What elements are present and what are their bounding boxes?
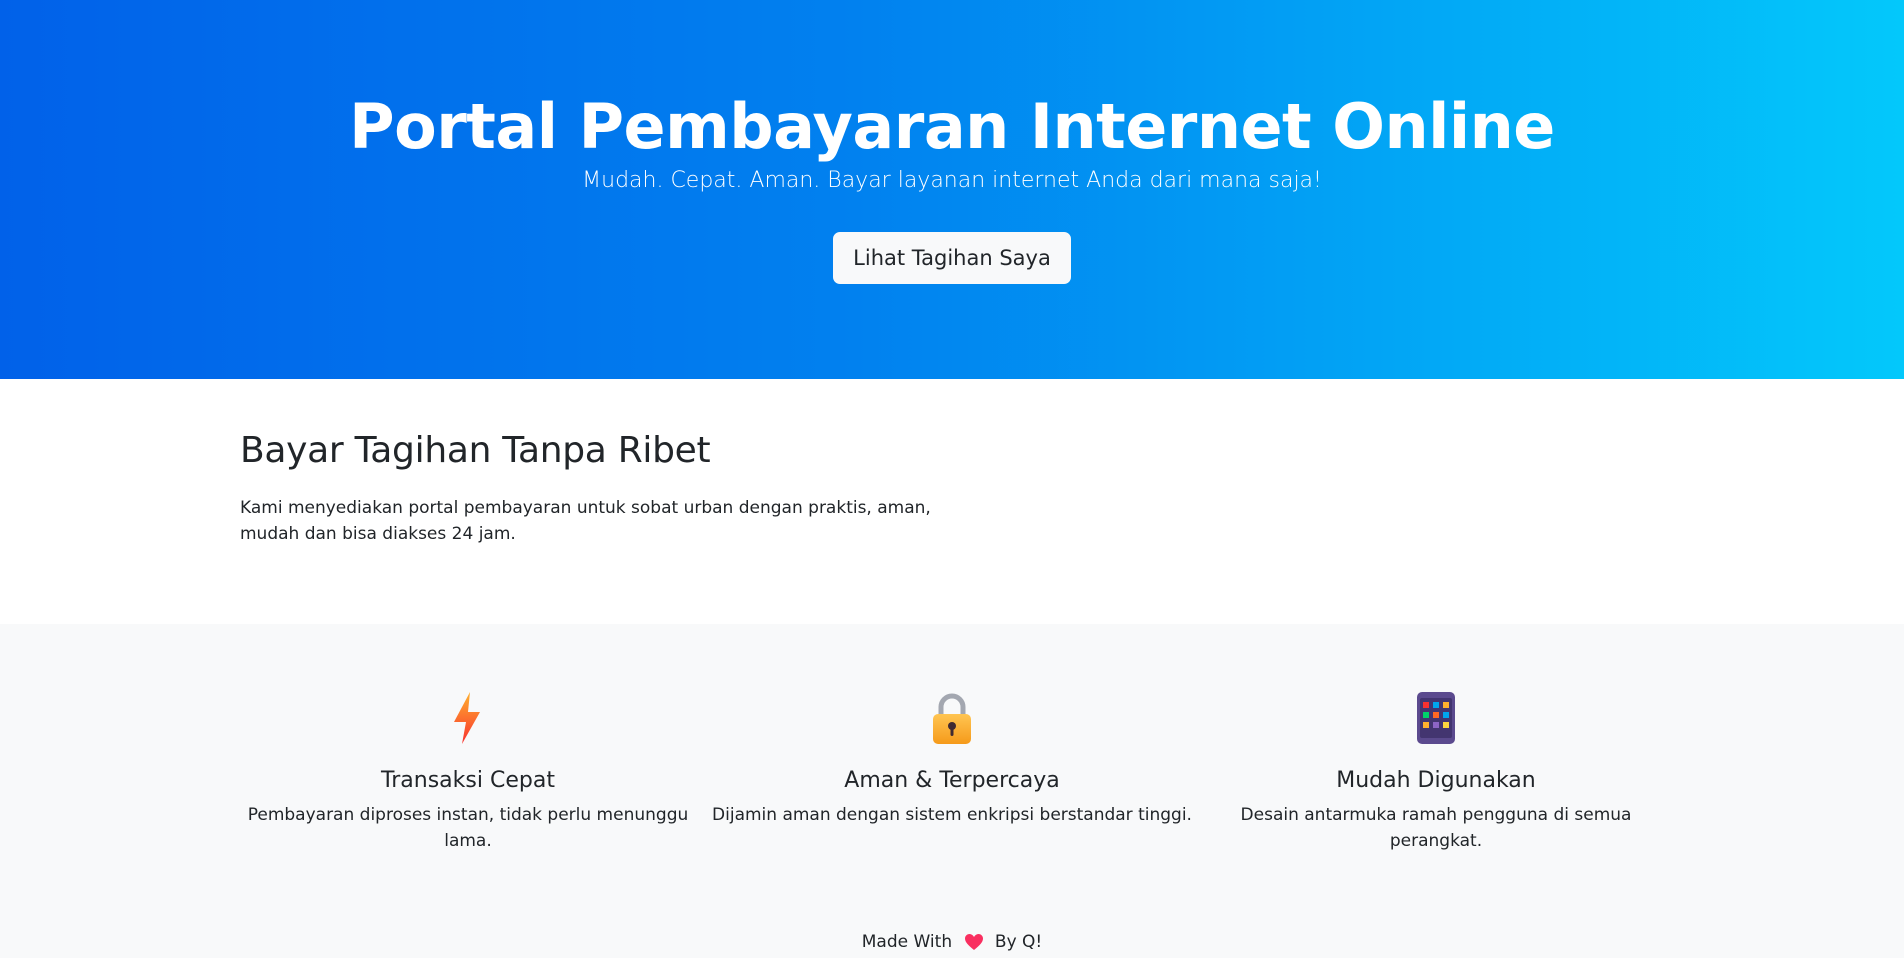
intro-section: Bayar Tagihan Tanpa Ribet Kami menyediak…	[0, 379, 1904, 624]
feature-description: Dijamin aman dengan sistem enkripsi bers…	[712, 805, 1192, 825]
footer-made-with: Made With	[861, 932, 953, 952]
hero-title: Portal Pembayaran Internet Online	[349, 90, 1555, 163]
heart-icon	[964, 934, 983, 950]
feature-secure: Aman & Terpercaya Dijamin aman dengan si…	[712, 624, 1192, 828]
phone-icon	[1417, 692, 1455, 744]
intro-heading: Bayar Tagihan Tanpa Ribet	[240, 430, 711, 471]
view-bills-button[interactable]: Lihat Tagihan Saya	[833, 232, 1071, 284]
lightning-icon	[454, 692, 480, 744]
hero-subtitle: Mudah. Cepat. Aman. Bayar layanan intern…	[582, 168, 1322, 193]
feature-description: Desain antarmuka ramah pengguna di semua…	[1240, 805, 1632, 851]
feature-fast-transaction: Transaksi Cepat Pembayaran diproses inst…	[228, 624, 708, 854]
hero-banner: Portal Pembayaran Internet Online Mudah.…	[0, 0, 1904, 379]
intro-body: Kami menyediakan portal pembayaran untuk…	[240, 498, 931, 544]
feature-title: Aman & Terpercaya	[844, 768, 1060, 793]
features-section: Transaksi Cepat Pembayaran diproses inst…	[0, 624, 1904, 958]
feature-description: Pembayaran diproses instan, tidak perlu …	[247, 805, 689, 851]
feature-title: Transaksi Cepat	[381, 768, 555, 793]
feature-title: Mudah Digunakan	[1336, 768, 1536, 793]
feature-easy-to-use: Mudah Digunakan Desain antarmuka ramah p…	[1196, 624, 1676, 854]
footer-author: By Q!	[994, 932, 1043, 952]
footer: Made With By Q!	[0, 930, 1904, 954]
lock-icon	[933, 693, 971, 744]
